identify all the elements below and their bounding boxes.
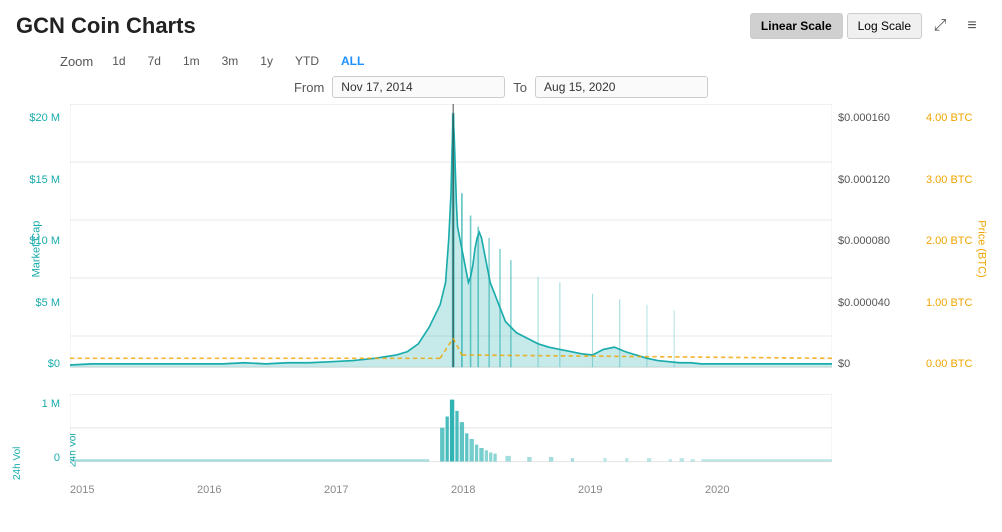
linear-scale-button[interactable]: Linear Scale — [750, 13, 843, 39]
date-range-row: From To — [0, 74, 1002, 104]
zoom-ytd[interactable]: YTD — [288, 52, 326, 70]
mcap-label-20m: $20 M — [29, 112, 60, 124]
btc-label-3: 3.00 BTC — [926, 174, 972, 186]
vol-label-1m: 1 M — [42, 398, 60, 410]
btc-label-2: 2.00 BTC — [926, 235, 972, 247]
btc-axis-label: Price (BTC) — [975, 220, 987, 277]
zoom-1y[interactable]: 1y — [253, 52, 280, 70]
price-label-40: $0.000040 — [838, 297, 890, 309]
x-label-2016: 2016 — [197, 484, 324, 496]
x-label-2017: 2017 — [324, 484, 451, 496]
mcap-label-5m: $5 M — [36, 297, 60, 309]
from-label: From — [294, 80, 324, 95]
zoom-bar: Zoom 1d 7d 1m 3m 1y YTD ALL — [0, 48, 1002, 74]
page-header: GCN Coin Charts Linear Scale Log Scale ⤢… — [0, 0, 1002, 48]
x-label-2019: 2019 — [578, 484, 705, 496]
x-axis-labels: 2015 2016 2017 2018 2019 2020 — [70, 484, 832, 500]
x-label-2020: 2020 — [705, 484, 832, 496]
volume-y-axis: 24h Vol 1 M 0 — [0, 394, 70, 484]
btc-label-4: 4.00 BTC — [926, 112, 972, 124]
main-chart-svg — [70, 104, 832, 394]
y-axis-price-usd: $0.000160 $0.000120 $0.000080 $0.000040 … — [832, 104, 922, 394]
zoom-1d[interactable]: 1d — [105, 52, 132, 70]
price-label-160: $0.000160 — [838, 112, 890, 124]
volume-chart-svg: 24h Vol — [70, 394, 832, 484]
btc-label-1: 1.00 BTC — [926, 297, 972, 309]
log-scale-button[interactable]: Log Scale — [847, 13, 922, 39]
to-date-input[interactable] — [535, 76, 708, 98]
price-label-120: $0.000120 — [838, 174, 890, 186]
y-axis-price-btc: Price (BTC) 4.00 BTC 3.00 BTC 2.00 BTC 1… — [922, 104, 1002, 394]
expand-icon[interactable]: ⤢ — [926, 12, 954, 40]
market-cap-axis-label: Market Cap — [30, 221, 42, 278]
zoom-1m[interactable]: 1m — [176, 52, 207, 70]
from-date-input[interactable] — [332, 76, 505, 98]
btc-label-0: 0.00 BTC — [926, 358, 972, 370]
zoom-3m[interactable]: 3m — [215, 52, 246, 70]
x-label-2015: 2015 — [70, 484, 197, 496]
y-axis-market-cap: Market Cap $20 M $15 M $10 M $5 M $0 — [0, 104, 70, 394]
volume-chart-container: 24h Vol 1 M 0 — [0, 394, 1002, 484]
page-title: GCN Coin Charts — [16, 13, 196, 39]
menu-icon[interactable]: ≡ — [958, 12, 986, 40]
volume-chart-svg-area[interactable]: 24h Vol — [70, 394, 832, 484]
zoom-7d[interactable]: 7d — [141, 52, 168, 70]
price-label-0: $0 — [838, 358, 850, 370]
mcap-label-0: $0 — [48, 358, 60, 370]
price-label-80: $0.000080 — [838, 235, 890, 247]
vol-right-spacer — [832, 394, 1002, 484]
header-controls: Linear Scale Log Scale ⤢ ≡ — [750, 12, 986, 40]
vol-label-0: 0 — [54, 452, 60, 464]
main-chart-container: Market Cap $20 M $15 M $10 M $5 M $0 — [0, 104, 1002, 394]
svg-text:24h Vol: 24h Vol — [70, 433, 78, 467]
main-chart-svg-area[interactable] — [70, 104, 832, 394]
x-label-2018: 2018 — [451, 484, 578, 496]
zoom-label: Zoom — [60, 54, 93, 69]
to-label: To — [513, 80, 527, 95]
zoom-all[interactable]: ALL — [334, 52, 371, 70]
volume-axis-label: 24h Vol — [12, 420, 23, 480]
mcap-label-15m: $15 M — [29, 174, 60, 186]
